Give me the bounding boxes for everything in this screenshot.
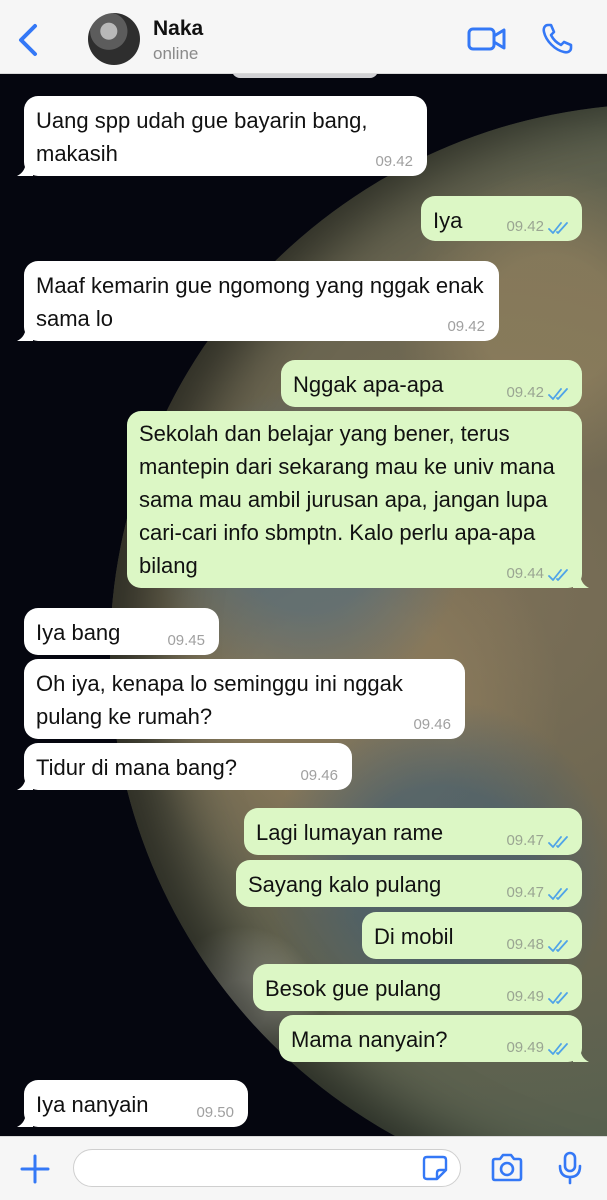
message-text: Iya bang [36, 620, 121, 645]
read-receipt-icon [548, 992, 568, 1004]
message-text: Maaf kemarin gue ngomong yang nggak enak… [36, 273, 484, 331]
message-text: Lagi lumayan rame [256, 820, 444, 845]
message-text: Iya nanyain [36, 1092, 149, 1117]
message-time: 09.47 [506, 884, 544, 901]
message-text: Uang spp udah gue bayarin bang, makasih [36, 108, 368, 166]
message-time: 09.44 [506, 565, 544, 582]
read-receipt-icon [548, 888, 568, 900]
message-text: Tidur di mana bang? [36, 755, 237, 780]
read-receipt-icon [548, 388, 568, 400]
message-time: 09.46 [300, 767, 338, 784]
message-outgoing[interactable]: Iya 09.42 [421, 196, 582, 241]
message-incoming[interactable]: Uang spp udah gue bayarin bang, makasih … [17, 96, 427, 176]
microphone-icon[interactable] [557, 1151, 583, 1185]
message-time: 09.42 [506, 384, 544, 401]
message-time: 09.50 [196, 1104, 234, 1121]
sticker-icon[interactable] [422, 1155, 448, 1181]
message-input-bar [0, 1136, 607, 1200]
bubble-tail [573, 572, 589, 588]
read-receipt-icon [548, 569, 568, 581]
message-time: 09.47 [506, 832, 544, 849]
plus-icon[interactable] [19, 1153, 51, 1185]
message-time: 09.42 [506, 218, 544, 235]
chat-header: Naka online [0, 0, 607, 74]
contact-status: online [153, 44, 199, 63]
message-text: Mama nanyain? [291, 1027, 448, 1052]
message-time: 09.42 [447, 318, 485, 335]
message-time: 09.46 [413, 716, 451, 733]
message-time: 09.48 [506, 936, 544, 953]
bubble-tail [17, 325, 33, 341]
bubble-tail [17, 160, 33, 176]
bubble-tail [17, 1111, 33, 1127]
message-outgoing[interactable]: Nggak apa-apa 09.42 [281, 360, 582, 407]
message-text: Oh iya, kenapa lo seminggu ini nggak pul… [36, 671, 403, 729]
camera-icon[interactable] [489, 1153, 525, 1183]
phone-icon[interactable] [540, 22, 574, 56]
message-text: Iya [433, 208, 463, 233]
avatar[interactable] [88, 13, 140, 65]
message-time: 09.42 [375, 153, 413, 170]
message-time: 09.45 [167, 632, 205, 649]
message-incoming[interactable]: Maaf kemarin gue ngomong yang nggak enak… [17, 261, 499, 341]
read-receipt-icon [548, 222, 568, 234]
message-outgoing[interactable]: Sayang kalo pulang 09.47 [236, 860, 582, 907]
message-outgoing[interactable]: Mama nanyain? 09.49 [279, 1015, 589, 1062]
message-input[interactable] [73, 1149, 461, 1187]
message-incoming[interactable]: Tidur di mana bang? 09.46 [17, 743, 352, 790]
read-receipt-icon [548, 940, 568, 952]
message-incoming[interactable]: Oh iya, kenapa lo seminggu ini nggak pul… [24, 659, 465, 739]
chevron-left-icon[interactable] [14, 22, 44, 58]
message-outgoing[interactable]: Sekolah dan belajar yang bener, terus ma… [127, 411, 589, 588]
previous-message-edge [232, 74, 378, 78]
message-outgoing[interactable]: Lagi lumayan rame 09.47 [244, 808, 582, 855]
read-receipt-icon [548, 1043, 568, 1055]
message-text: Sekolah dan belajar yang bener, terus ma… [139, 421, 555, 578]
message-incoming[interactable]: Iya bang 09.45 [24, 608, 219, 655]
message-incoming[interactable]: Iya nanyain 09.50 [17, 1080, 248, 1127]
contact-name[interactable]: Naka [153, 17, 203, 41]
bubble-tail [17, 774, 33, 790]
video-camera-icon[interactable] [467, 24, 507, 54]
message-time: 09.49 [506, 988, 544, 1005]
message-text: Nggak apa-apa [293, 372, 444, 397]
message-text: Di mobil [374, 924, 454, 949]
message-text: Sayang kalo pulang [248, 872, 442, 897]
message-outgoing[interactable]: Di mobil 09.48 [362, 912, 582, 959]
message-time: 09.49 [506, 1039, 544, 1056]
bubble-tail [573, 1046, 589, 1062]
message-outgoing[interactable]: Besok gue pulang 09.49 [253, 964, 582, 1011]
chat-area[interactable]: Uang spp udah gue bayarin bang, makasih … [0, 74, 607, 1136]
message-text: Besok gue pulang [265, 976, 442, 1001]
read-receipt-icon [548, 836, 568, 848]
